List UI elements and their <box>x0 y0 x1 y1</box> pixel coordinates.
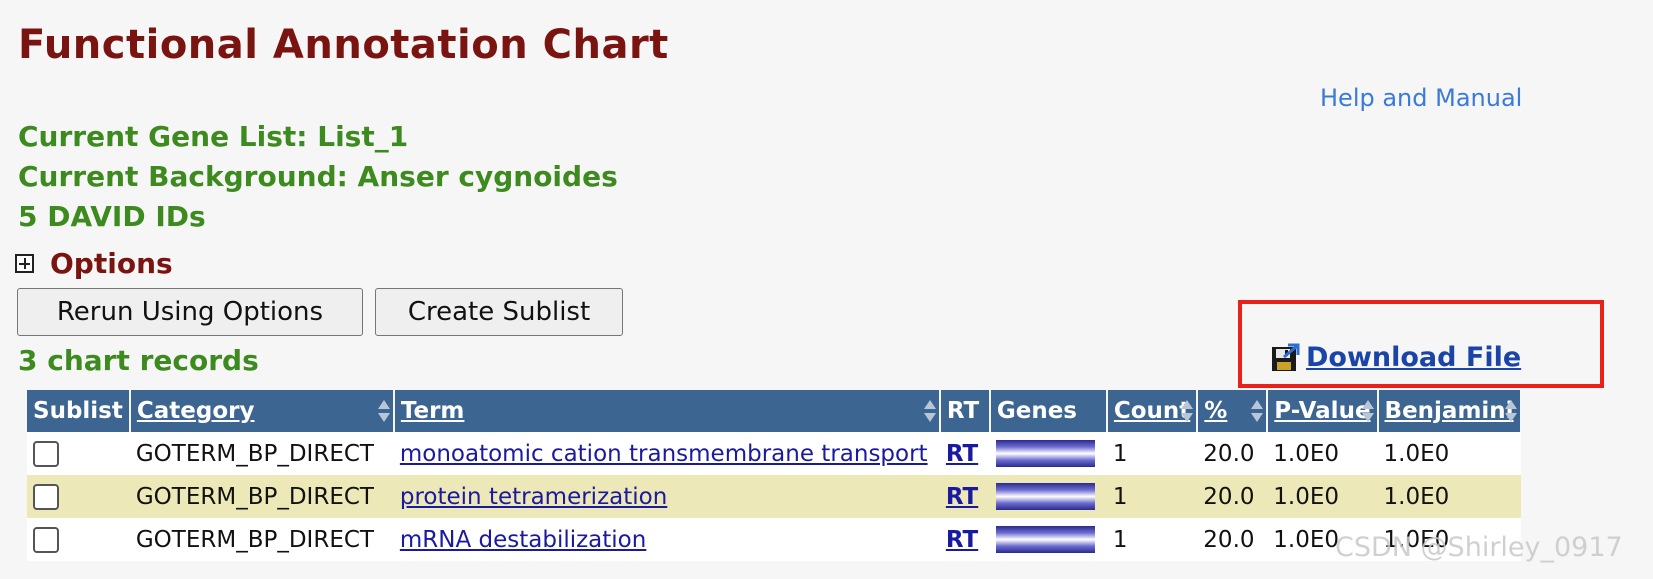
pvalue-cell: 1.0E0 <box>1267 475 1378 518</box>
genes-cell <box>989 475 1107 518</box>
col-category-link[interactable]: Category <box>137 398 255 424</box>
sort-arrows-icon[interactable] <box>1504 398 1518 424</box>
help-manual-link[interactable]: Help and Manual <box>1320 84 1522 112</box>
rt-link[interactable]: RT <box>946 484 978 510</box>
col-benjamini[interactable]: Benjamini <box>1377 390 1522 432</box>
percent-cell: 20.0 <box>1197 518 1268 561</box>
options-label: Options <box>50 247 173 280</box>
sort-arrows-icon[interactable] <box>1361 398 1375 424</box>
annotation-chart-table: Sublist Category Term RT Genes Count % P… <box>27 390 1522 561</box>
table-row: GOTERM_BP_DIRECT monoatomic cation trans… <box>27 432 1521 475</box>
benjamini-cell: 1.0E0 <box>1377 475 1521 518</box>
page-title: Functional Annotation Chart <box>18 22 669 68</box>
col-pvalue[interactable]: P-Value <box>1267 390 1379 432</box>
create-sublist-button[interactable]: Create Sublist <box>375 288 623 336</box>
rt-cell: RT <box>939 432 990 475</box>
category-cell: GOTERM_BP_DIRECT <box>129 475 394 518</box>
category-cell: GOTERM_BP_DIRECT <box>129 432 394 475</box>
percent-cell: 20.0 <box>1197 432 1268 475</box>
sort-arrows-icon[interactable] <box>377 398 391 424</box>
term-cell: mRNA destabilization <box>393 518 940 561</box>
floppy-disk-icon[interactable] <box>1270 343 1300 373</box>
category-cell: GOTERM_BP_DIRECT <box>129 518 394 561</box>
col-count[interactable]: Count <box>1106 390 1199 432</box>
table-row: GOTERM_BP_DIRECT mRNA destabilization RT… <box>27 518 1521 561</box>
page: Functional Annotation Chart Help and Man… <box>0 0 1653 579</box>
row-checkbox[interactable] <box>33 526 59 553</box>
count-cell: 1 <box>1106 432 1198 475</box>
chart-records-count: 3 chart records <box>18 344 259 377</box>
genes-bar[interactable] <box>995 526 1095 553</box>
term-link[interactable]: protein tetramerization <box>400 484 667 510</box>
sort-arrows-icon[interactable] <box>1180 398 1194 424</box>
genes-cell <box>989 432 1107 475</box>
term-link[interactable]: mRNA destabilization <box>400 527 646 553</box>
watermark: CSDN @Shirley_0917 <box>1335 532 1623 563</box>
sublist-cell <box>27 432 130 475</box>
col-sublist: Sublist <box>27 390 131 432</box>
pvalue-cell: 1.0E0 <box>1267 432 1378 475</box>
count-cell: 1 <box>1106 518 1198 561</box>
benjamini-cell: 1.0E0 <box>1377 432 1521 475</box>
rerun-using-options-button[interactable]: Rerun Using Options <box>17 288 363 336</box>
rt-link[interactable]: RT <box>946 441 978 467</box>
table-header-row: Sublist Category Term RT Genes Count % P… <box>27 390 1522 432</box>
term-link[interactable]: monoatomic cation transmembrane transpor… <box>400 441 928 467</box>
col-pvalue-link[interactable]: P-Value <box>1274 398 1370 424</box>
col-category[interactable]: Category <box>129 390 395 432</box>
download-file[interactable]: Download File <box>1270 342 1521 373</box>
options-toggle[interactable]: Options <box>15 247 173 280</box>
col-term-link[interactable]: Term <box>401 398 465 424</box>
term-cell: protein tetramerization <box>393 475 940 518</box>
col-rt: RT <box>939 390 991 432</box>
genes-cell <box>989 518 1107 561</box>
sort-arrows-icon[interactable] <box>923 398 937 424</box>
col-count-link[interactable]: Count <box>1114 398 1190 424</box>
count-cell: 1 <box>1106 475 1198 518</box>
current-background: Current Background: Anser cygnoides <box>18 160 618 193</box>
plus-box-icon[interactable] <box>15 254 34 273</box>
col-percent-link[interactable]: % <box>1204 398 1227 424</box>
rt-link[interactable]: RT <box>946 527 978 553</box>
sublist-cell <box>27 475 130 518</box>
genes-bar[interactable] <box>995 483 1095 510</box>
genes-bar[interactable] <box>995 440 1095 467</box>
col-benjamini-link[interactable]: Benjamini <box>1385 398 1514 424</box>
col-percent[interactable]: % <box>1197 390 1269 432</box>
sort-arrows-icon[interactable] <box>1250 398 1264 424</box>
david-ids-count: 5 DAVID IDs <box>18 200 206 233</box>
col-genes: Genes <box>989 390 1108 432</box>
term-cell: monoatomic cation transmembrane transpor… <box>393 432 940 475</box>
row-checkbox[interactable] <box>33 483 59 510</box>
col-term[interactable]: Term <box>393 390 941 432</box>
table-row: GOTERM_BP_DIRECT protein tetramerization… <box>27 475 1521 518</box>
sublist-cell <box>27 518 130 561</box>
current-gene-list: Current Gene List: List_1 <box>18 120 409 153</box>
row-checkbox[interactable] <box>33 440 59 467</box>
rt-cell: RT <box>939 475 990 518</box>
percent-cell: 20.0 <box>1197 475 1268 518</box>
rt-cell: RT <box>939 518 990 561</box>
download-file-link[interactable]: Download File <box>1306 342 1521 373</box>
